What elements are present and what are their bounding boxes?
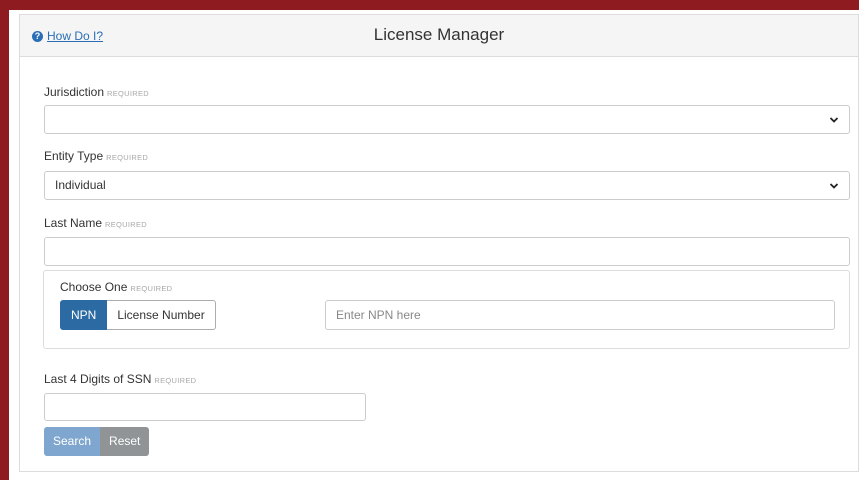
license-manager-panel: ? How Do I? License Manager Jurisdiction… — [19, 14, 859, 472]
npn-input[interactable]: Enter NPN here — [325, 300, 835, 330]
page-frame: ? How Do I? License Manager Jurisdiction… — [9, 10, 859, 480]
chevron-down-icon — [829, 183, 839, 189]
jurisdiction-select[interactable] — [44, 105, 850, 134]
npn-option-button[interactable]: NPN — [60, 300, 108, 330]
last-name-label: Last Name REQUIRED — [44, 216, 147, 230]
ssn-input[interactable] — [44, 393, 366, 421]
id-type-toggle: NPN License Number — [60, 300, 216, 330]
choose-one-label-text: Choose One — [60, 280, 128, 294]
panel-header: ? How Do I? License Manager — [20, 15, 858, 57]
required-tag: REQUIRED — [130, 284, 173, 293]
ssn-label: Last 4 Digits of SSN REQUIRED — [44, 372, 196, 386]
required-tag: REQUIRED — [106, 153, 149, 162]
npn-input-placeholder: Enter NPN here — [336, 308, 421, 322]
entity-type-label: Entity Type REQUIRED — [44, 149, 148, 163]
action-buttons: Search Reset — [44, 427, 150, 456]
ssn-label-text: Last 4 Digits of SSN — [44, 372, 152, 386]
required-tag: REQUIRED — [154, 376, 197, 385]
reset-button[interactable]: Reset — [100, 427, 150, 456]
choose-one-group: Choose One REQUIRED NPN License Number En… — [43, 270, 850, 349]
last-name-input[interactable] — [44, 237, 850, 266]
choose-one-label: Choose One REQUIRED — [60, 280, 172, 294]
page-title: License Manager — [373, 25, 505, 44]
chevron-down-icon — [829, 117, 839, 123]
required-tag: REQUIRED — [105, 220, 148, 229]
license-number-option-button[interactable]: License Number — [107, 300, 216, 330]
search-button[interactable]: Search — [44, 427, 101, 456]
entity-type-select-value: Individual — [55, 178, 106, 192]
entity-type-select[interactable]: Individual — [44, 171, 850, 200]
entity-type-label-text: Entity Type — [44, 149, 104, 163]
jurisdiction-label-text: Jurisdiction — [44, 85, 105, 99]
jurisdiction-label: Jurisdiction REQUIRED — [44, 85, 149, 99]
required-tag: REQUIRED — [107, 89, 150, 98]
last-name-label-text: Last Name — [44, 216, 103, 230]
